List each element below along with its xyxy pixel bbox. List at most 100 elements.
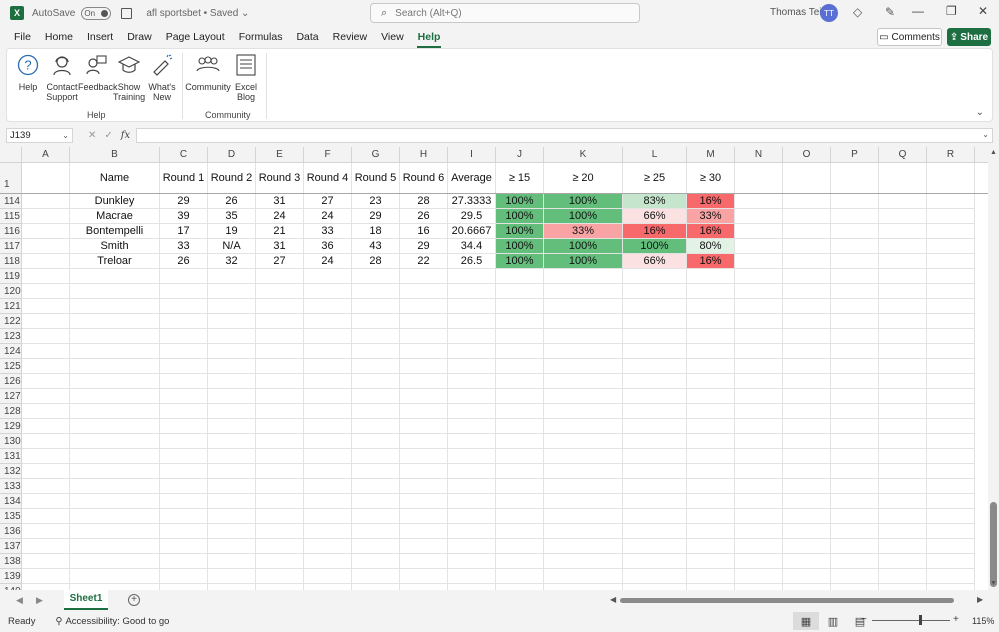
cell[interactable]	[623, 494, 687, 509]
tab-view[interactable]: View	[374, 28, 411, 48]
cell[interactable]	[735, 194, 783, 209]
cell[interactable]: 39	[160, 209, 208, 224]
cell[interactable]	[496, 344, 544, 359]
cell[interactable]	[544, 389, 623, 404]
cell[interactable]	[544, 299, 623, 314]
cell[interactable]	[22, 329, 70, 344]
column-header-p[interactable]: P	[831, 147, 879, 163]
cell[interactable]	[927, 479, 975, 494]
cell[interactable]	[496, 359, 544, 374]
cell[interactable]	[783, 163, 831, 194]
cell[interactable]	[879, 314, 927, 329]
cell[interactable]	[22, 254, 70, 269]
cell[interactable]	[304, 464, 352, 479]
cell[interactable]	[160, 464, 208, 479]
cell[interactable]: ≥ 25	[623, 163, 687, 194]
cell[interactable]	[735, 569, 783, 584]
cell[interactable]: ≥ 20	[544, 163, 623, 194]
expand-formula-chevron-icon[interactable]: ⌄	[982, 130, 989, 139]
cell[interactable]	[256, 449, 304, 464]
cell[interactable]	[304, 389, 352, 404]
row-header[interactable]: 133	[0, 479, 22, 494]
cell[interactable]	[448, 539, 496, 554]
cell[interactable]: 32	[208, 254, 256, 269]
cell[interactable]	[831, 464, 879, 479]
cell[interactable]	[208, 494, 256, 509]
cell[interactable]	[783, 449, 831, 464]
cell[interactable]	[304, 299, 352, 314]
cell[interactable]	[927, 284, 975, 299]
column-header-h[interactable]: H	[400, 147, 448, 163]
cell[interactable]	[22, 224, 70, 239]
community-button[interactable]: Community	[185, 53, 231, 92]
column-header-n[interactable]: N	[735, 147, 783, 163]
cell[interactable]	[352, 449, 400, 464]
cell[interactable]	[22, 239, 70, 254]
cell[interactable]	[623, 344, 687, 359]
cell[interactable]	[735, 539, 783, 554]
next-sheet-icon[interactable]: ▶	[36, 595, 43, 606]
row-header[interactable]: 132	[0, 464, 22, 479]
cell[interactable]	[352, 299, 400, 314]
cell[interactable]	[448, 494, 496, 509]
column-header-e[interactable]: E	[256, 147, 304, 163]
cell[interactable]: 100%	[496, 194, 544, 209]
cell[interactable]	[256, 344, 304, 359]
cell[interactable]	[879, 464, 927, 479]
cell[interactable]: Round 3	[256, 163, 304, 194]
cell[interactable]	[256, 314, 304, 329]
cell[interactable]	[448, 509, 496, 524]
cell[interactable]	[831, 299, 879, 314]
cell[interactable]	[400, 344, 448, 359]
cell[interactable]	[70, 464, 160, 479]
cell[interactable]	[22, 194, 70, 209]
cell[interactable]	[256, 434, 304, 449]
cell[interactable]	[783, 374, 831, 389]
cell[interactable]	[208, 434, 256, 449]
cell[interactable]	[735, 554, 783, 569]
cell[interactable]: Round 2	[208, 163, 256, 194]
cell[interactable]	[735, 209, 783, 224]
cell[interactable]: 24	[256, 209, 304, 224]
cell[interactable]	[208, 404, 256, 419]
cell[interactable]: Round 5	[352, 163, 400, 194]
cell[interactable]	[208, 359, 256, 374]
autosave-toggle[interactable]: On	[81, 6, 112, 20]
cell[interactable]	[400, 314, 448, 329]
cell[interactable]	[304, 554, 352, 569]
cell[interactable]	[831, 314, 879, 329]
cell[interactable]	[783, 284, 831, 299]
cell[interactable]	[256, 464, 304, 479]
cell[interactable]: 28	[352, 254, 400, 269]
cell[interactable]	[70, 284, 160, 299]
cell[interactable]	[783, 434, 831, 449]
tab-home[interactable]: Home	[38, 28, 80, 48]
cell[interactable]	[208, 299, 256, 314]
name-box[interactable]: J139 ⌄	[6, 128, 73, 143]
tab-draw[interactable]: Draw	[120, 28, 159, 48]
cell[interactable]: Round 4	[304, 163, 352, 194]
cell[interactable]	[783, 254, 831, 269]
cell[interactable]	[783, 509, 831, 524]
comments-button[interactable]: ▭ Comments	[877, 28, 942, 46]
cell[interactable]: Treloar	[70, 254, 160, 269]
cell[interactable]	[352, 464, 400, 479]
document-title[interactable]: afl sportsbet • Saved ⌄	[146, 8, 249, 19]
cell[interactable]	[496, 284, 544, 299]
cell[interactable]	[352, 419, 400, 434]
cell[interactable]: 24	[304, 254, 352, 269]
cell[interactable]	[160, 539, 208, 554]
cell[interactable]	[544, 569, 623, 584]
cell[interactable]	[22, 434, 70, 449]
cell[interactable]	[544, 314, 623, 329]
row-header[interactable]: 123	[0, 329, 22, 344]
cell[interactable]	[304, 479, 352, 494]
cell[interactable]	[879, 359, 927, 374]
cell[interactable]	[831, 239, 879, 254]
cell[interactable]: Smith	[70, 239, 160, 254]
cell[interactable]	[400, 494, 448, 509]
formula-input[interactable]: ⌄	[136, 128, 993, 143]
row-header[interactable]: 117	[0, 239, 22, 254]
row-header[interactable]: 116	[0, 224, 22, 239]
row-header[interactable]: 122	[0, 314, 22, 329]
